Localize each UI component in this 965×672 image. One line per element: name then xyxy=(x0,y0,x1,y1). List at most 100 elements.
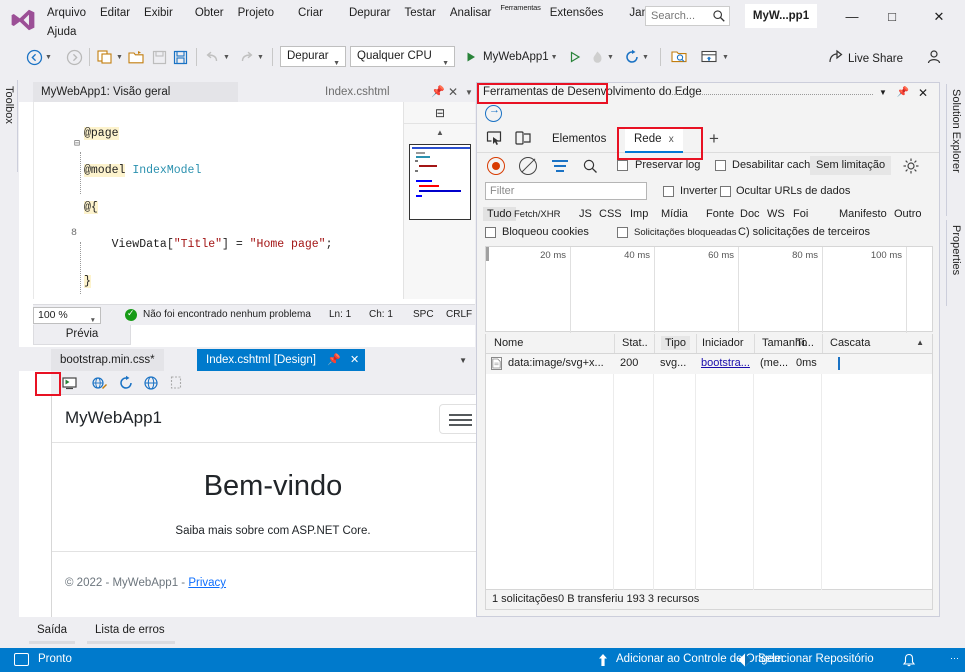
hamburger-menu-icon[interactable] xyxy=(439,404,481,434)
account-button[interactable] xyxy=(925,45,943,69)
disable-cache-checkbox[interactable] xyxy=(715,160,726,171)
blocked-cookies-checkbox[interactable] xyxy=(485,227,496,238)
menu-analisar[interactable]: Analisar xyxy=(443,6,499,20)
start-debug-button[interactable]: MyWebApp1 ▼ xyxy=(464,45,558,69)
chevron-down-icon-tabs[interactable]: ▼ xyxy=(465,88,473,97)
hot-reload-caret-icon[interactable]: ▼ xyxy=(607,54,614,61)
tab-index-cshtml[interactable]: Index.cshtml xyxy=(317,82,390,102)
save-all-button[interactable] xyxy=(172,45,189,69)
tab-lista-de-erros[interactable]: Lista de erros xyxy=(87,621,173,641)
menu-extensoes[interactable]: Extensões xyxy=(543,6,611,20)
menu-exibir[interactable]: Exibir xyxy=(137,6,180,20)
tab-index-cshtml-design[interactable]: Index.cshtml [Design] 📌 ✕ xyxy=(197,349,366,371)
source-control-upload-icon[interactable] xyxy=(596,653,610,667)
filter-type-manifesto[interactable]: Manifesto xyxy=(839,208,887,220)
menu-depurar[interactable]: Depurar xyxy=(342,6,398,20)
throttling-select[interactable]: Sem limitação xyxy=(810,156,892,175)
column-header-tempo[interactable]: Ti... xyxy=(796,337,814,349)
column-divider-3[interactable] xyxy=(696,334,697,353)
live-share-button[interactable]: Live Share xyxy=(828,49,903,65)
cell-iniciador[interactable]: bootstra... xyxy=(701,357,751,369)
column-divider-2[interactable] xyxy=(654,334,655,353)
scroll-up-button[interactable]: ▲ xyxy=(404,125,476,141)
close-icon[interactable]: ✕ xyxy=(448,85,458,99)
tab-rede[interactable]: Rede x xyxy=(625,128,683,153)
refresh-button[interactable]: ▼ xyxy=(624,45,649,69)
network-timeline-overview[interactable]: 20 ms 40 ms 60 ms 80 ms 100 ms xyxy=(485,246,933,333)
sort-ascending-icon[interactable]: ▲ xyxy=(916,338,924,347)
inspect-element-icon[interactable] xyxy=(485,129,505,148)
solution-configuration-combo[interactable]: Depurar ▼ xyxy=(280,46,346,67)
pin-icon[interactable]: 📌 xyxy=(431,85,445,98)
clear-network-log-button[interactable] xyxy=(519,157,537,175)
menu-ajuda[interactable]: Ajuda xyxy=(40,25,83,39)
edit-style-button[interactable] xyxy=(91,375,108,395)
repository-icon[interactable] xyxy=(738,653,752,667)
column-header-tipo[interactable]: Tipo xyxy=(661,336,690,350)
close-button[interactable]: ✕ xyxy=(925,6,953,28)
filter-type-doc[interactable]: Doc xyxy=(740,208,760,220)
hot-reload-button[interactable]: ▼ xyxy=(590,45,614,69)
redo-caret-icon[interactable]: ▼ xyxy=(257,54,264,61)
menu-arquivo[interactable]: Arquivo xyxy=(40,6,93,20)
blocked-requests-checkbox[interactable] xyxy=(617,227,628,238)
tab-bootstrap-min-css[interactable]: bootstrap.min.css* xyxy=(51,349,164,371)
filter-type-foi[interactable]: Foi xyxy=(793,208,808,220)
add-tab-button[interactable]: + xyxy=(709,129,719,149)
resize-grip-icon[interactable]: ⋯ xyxy=(950,653,959,664)
menu-projeto[interactable]: Projeto xyxy=(231,6,281,20)
close-icon-design[interactable]: ✕ xyxy=(350,354,359,366)
network-filter-input[interactable]: Filter xyxy=(485,182,647,200)
filter-toggle-icon[interactable] xyxy=(552,160,568,172)
filter-type-midia[interactable]: Mídia xyxy=(661,208,688,220)
preserve-log-checkbox[interactable] xyxy=(617,160,628,171)
undo-button[interactable]: ▼ xyxy=(204,45,230,69)
search-network-icon[interactable] xyxy=(582,158,598,174)
tab-rede-close-icon[interactable]: x xyxy=(669,134,674,145)
start-without-debugging-button[interactable] xyxy=(568,45,582,69)
filter-type-fonte[interactable]: Fonte xyxy=(706,208,734,220)
copy-preview-button[interactable] xyxy=(169,375,184,393)
fold-box-1[interactable]: ⊟ xyxy=(74,138,80,150)
save-button[interactable] xyxy=(151,45,168,69)
filter-type-fetch-xhr[interactable]: Fetch/XHR xyxy=(514,209,560,220)
devtools-navigate-icon[interactable] xyxy=(485,104,502,122)
solution-platform-combo[interactable]: Qualquer CPU ▼ xyxy=(350,46,455,67)
filter-type-imp[interactable]: Imp xyxy=(630,208,648,220)
record-network-log-button[interactable] xyxy=(487,157,505,175)
search-solution-button[interactable] xyxy=(670,45,688,69)
toolbox-dock-tab[interactable]: Toolbox xyxy=(0,80,18,172)
refresh-preview-button[interactable] xyxy=(118,375,134,394)
column-header-nome[interactable]: Nome xyxy=(494,337,523,349)
navigate-back-button[interactable]: ▼ xyxy=(26,45,52,69)
web-preview-caret-icon[interactable]: ▼ xyxy=(722,54,729,61)
filter-type-js[interactable]: JS xyxy=(579,208,592,220)
new-project-caret-icon[interactable]: ▼ xyxy=(116,54,123,61)
open-file-button[interactable] xyxy=(127,45,145,69)
filter-type-ws[interactable]: WS xyxy=(767,208,785,220)
column-divider-5[interactable] xyxy=(822,334,823,353)
timeline-left-grip[interactable] xyxy=(486,247,489,261)
properties-dock-tab[interactable]: Properties xyxy=(946,220,965,306)
select-repository-label[interactable]: Selecionar Repositório xyxy=(758,653,874,665)
chevron-down-icon-design-tabs[interactable]: ▼ xyxy=(459,356,467,365)
pin-icon-design[interactable]: 📌 xyxy=(327,354,341,366)
column-divider-4[interactable] xyxy=(754,334,755,353)
filter-type-css[interactable]: CSS xyxy=(599,208,622,220)
editor-spaces-indicator[interactable]: SPC xyxy=(413,309,434,320)
column-divider-1[interactable] xyxy=(614,334,615,353)
tab-saida[interactable]: Saída xyxy=(29,621,75,641)
navigate-forward-button[interactable] xyxy=(66,45,83,69)
solution-explorer-dock-tab[interactable]: Solution Explorer xyxy=(946,84,965,216)
tab-myswebapp1-overview[interactable]: MyWebApp1: Visão geral xyxy=(33,82,238,102)
column-header-cascata[interactable]: Cascata xyxy=(830,337,870,349)
menu-testar[interactable]: Testar xyxy=(398,6,443,20)
back-dropdown-caret-icon[interactable]: ▼ xyxy=(45,54,52,61)
redo-button[interactable]: ▼ xyxy=(238,45,264,69)
maximize-button[interactable]: □ xyxy=(878,6,906,28)
column-header-iniciador[interactable]: Iniciador xyxy=(702,337,744,349)
menu-obter[interactable]: Obter xyxy=(188,6,231,20)
table-row[interactable]: data:image/svg+x... 200 svg... bootstra.… xyxy=(486,354,932,374)
minimize-button[interactable]: — xyxy=(838,6,866,28)
undo-caret-icon[interactable]: ▼ xyxy=(223,54,230,61)
